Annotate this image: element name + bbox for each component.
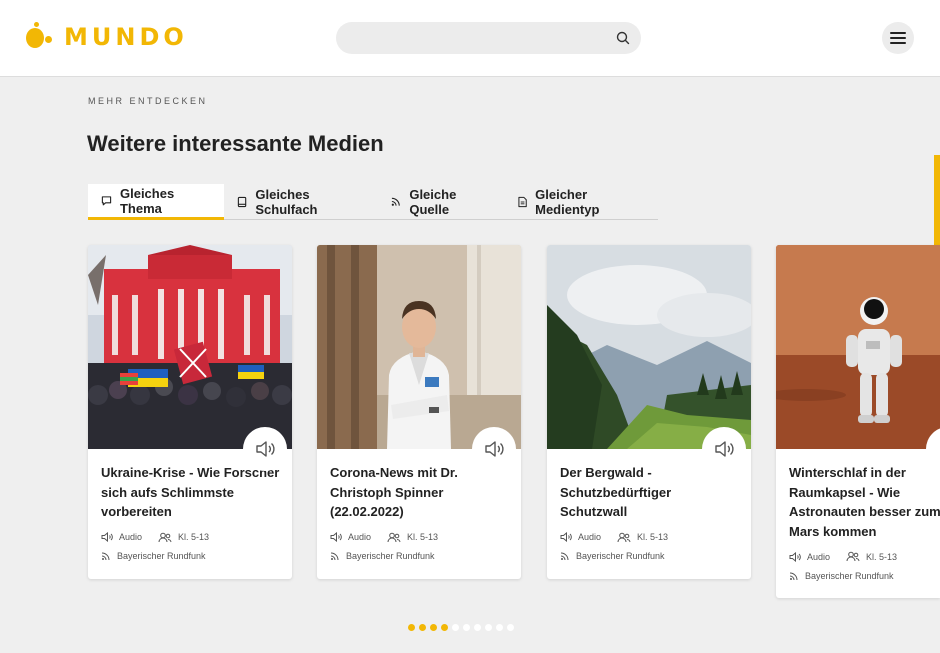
- carousel-pagination: [408, 624, 514, 631]
- speaker-icon: [485, 441, 504, 457]
- card-meta: Audio Kl. 5-13 Bayerischer Rundfunk: [88, 522, 292, 579]
- pagination-dot[interactable]: [485, 624, 492, 631]
- pagination-dot[interactable]: [474, 624, 481, 631]
- pagination-dot[interactable]: [463, 624, 470, 631]
- media-card[interactable]: Corona-News mit Dr. Christoph Spinner (2…: [317, 245, 521, 579]
- pagination-dot[interactable]: [496, 624, 503, 631]
- media-source: Bayerischer Rundfunk: [805, 570, 894, 581]
- grade-level: Kl. 5-13: [866, 551, 898, 562]
- speaker-icon: [715, 441, 734, 457]
- speech-bubble-icon: [101, 195, 112, 205]
- card-title-text: Winterschlaf in der Raumkapsel - Wie Ast…: [789, 465, 940, 539]
- tab-label: Gleiches Schulfach: [255, 186, 318, 217]
- audio-play-button[interactable]: [243, 427, 287, 471]
- tab-bar: Gleiches Thema Gleiches Schulfach Gleich…: [88, 184, 658, 220]
- media-type: Audio: [578, 532, 602, 542]
- media-card[interactable]: Ukraine-Krise - Wie Forscher sich aufs S…: [88, 245, 292, 579]
- logo-mark-icon: [24, 22, 52, 52]
- card-image-mountain-forest[interactable]: [547, 245, 751, 449]
- tab-label: Gleiche Quelle: [409, 186, 457, 217]
- media-source: Bayerischer Rundfunk: [576, 551, 665, 561]
- pagination-dot[interactable]: [430, 624, 437, 631]
- pagination-dot[interactable]: [452, 624, 459, 631]
- tab-label: Gleiches Thema: [119, 185, 175, 216]
- audio-play-button[interactable]: [472, 427, 516, 471]
- grade-level: Kl. 5-13: [407, 532, 439, 542]
- tab-gleiches-thema[interactable]: Gleiches Thema: [88, 184, 225, 220]
- pagination-dot[interactable]: [408, 624, 415, 631]
- pagination-dot[interactable]: [441, 624, 448, 631]
- pagination-dot[interactable]: [507, 624, 514, 631]
- card-meta: Audio Kl. 5-13 Bayerischer Rundfunk: [547, 522, 751, 579]
- speaker-icon: [256, 441, 275, 457]
- users-icon: [846, 551, 860, 562]
- search-icon[interactable]: [615, 30, 631, 46]
- card-image-protest[interactable]: [88, 245, 292, 449]
- section-title: Weitere interessante Medien: [87, 131, 384, 156]
- rss-icon: [391, 197, 401, 206]
- section-eyebrow: MEHR ENTDECKEN: [88, 96, 208, 106]
- speaker-icon: [560, 532, 572, 542]
- media-source: Bayerischer Rundfunk: [346, 551, 435, 561]
- speaker-icon: [330, 532, 342, 542]
- mundo-logo[interactable]: MUNDO: [24, 22, 188, 52]
- media-type: Audio: [119, 532, 143, 542]
- audio-play-button[interactable]: [702, 427, 746, 471]
- tab-gleiches-schulfach[interactable]: Gleiches Schulfach: [224, 184, 378, 219]
- tab-gleicher-medientyp[interactable]: Gleicher Medientyp: [505, 184, 658, 219]
- book-icon: [238, 196, 247, 207]
- card-image-doctor[interactable]: [317, 245, 521, 449]
- speaker-icon: [101, 532, 113, 542]
- rss-icon: [101, 552, 110, 561]
- media-type: Audio: [807, 551, 831, 562]
- header: MUNDO: [0, 0, 940, 77]
- media-source: Bayerischer Rundfunk: [117, 551, 206, 561]
- document-icon: [518, 196, 527, 207]
- tab-label: Gleicher Medientyp: [535, 186, 600, 217]
- media-card[interactable]: Der Bergwald - Schutzbedürftiger Schutzw…: [547, 245, 751, 579]
- tab-gleiche-quelle[interactable]: Gleiche Quelle: [378, 184, 505, 219]
- card-image-astronaut-mars[interactable]: [776, 245, 940, 449]
- logo-text: MUNDO: [64, 23, 188, 51]
- card-title[interactable]: Winterschlaf in der Raumkapsel - Wie Ast…: [776, 449, 940, 541]
- users-icon: [387, 532, 401, 542]
- grade-level: Kl. 5-13: [178, 532, 210, 542]
- grade-level: Kl. 5-13: [637, 532, 669, 542]
- media-type: Audio: [348, 532, 372, 542]
- users-icon: [158, 532, 172, 542]
- rss-icon: [560, 552, 569, 561]
- speaker-icon: [789, 551, 801, 562]
- rss-icon: [330, 552, 339, 561]
- pagination-dot[interactable]: [419, 624, 426, 631]
- rss-icon: [789, 572, 798, 580]
- search-input[interactable]: [336, 22, 641, 54]
- card-meta: Audio Kl. 5-13 Bayerischer Rundfunk: [776, 541, 940, 598]
- card-meta: Audio Kl. 5-13 Bayerischer Rundfunk: [317, 522, 521, 579]
- users-icon: [617, 532, 631, 542]
- hamburger-menu-icon[interactable]: [882, 22, 914, 54]
- media-card[interactable]: Winterschlaf in der Raumkapsel - Wie Ast…: [776, 245, 940, 598]
